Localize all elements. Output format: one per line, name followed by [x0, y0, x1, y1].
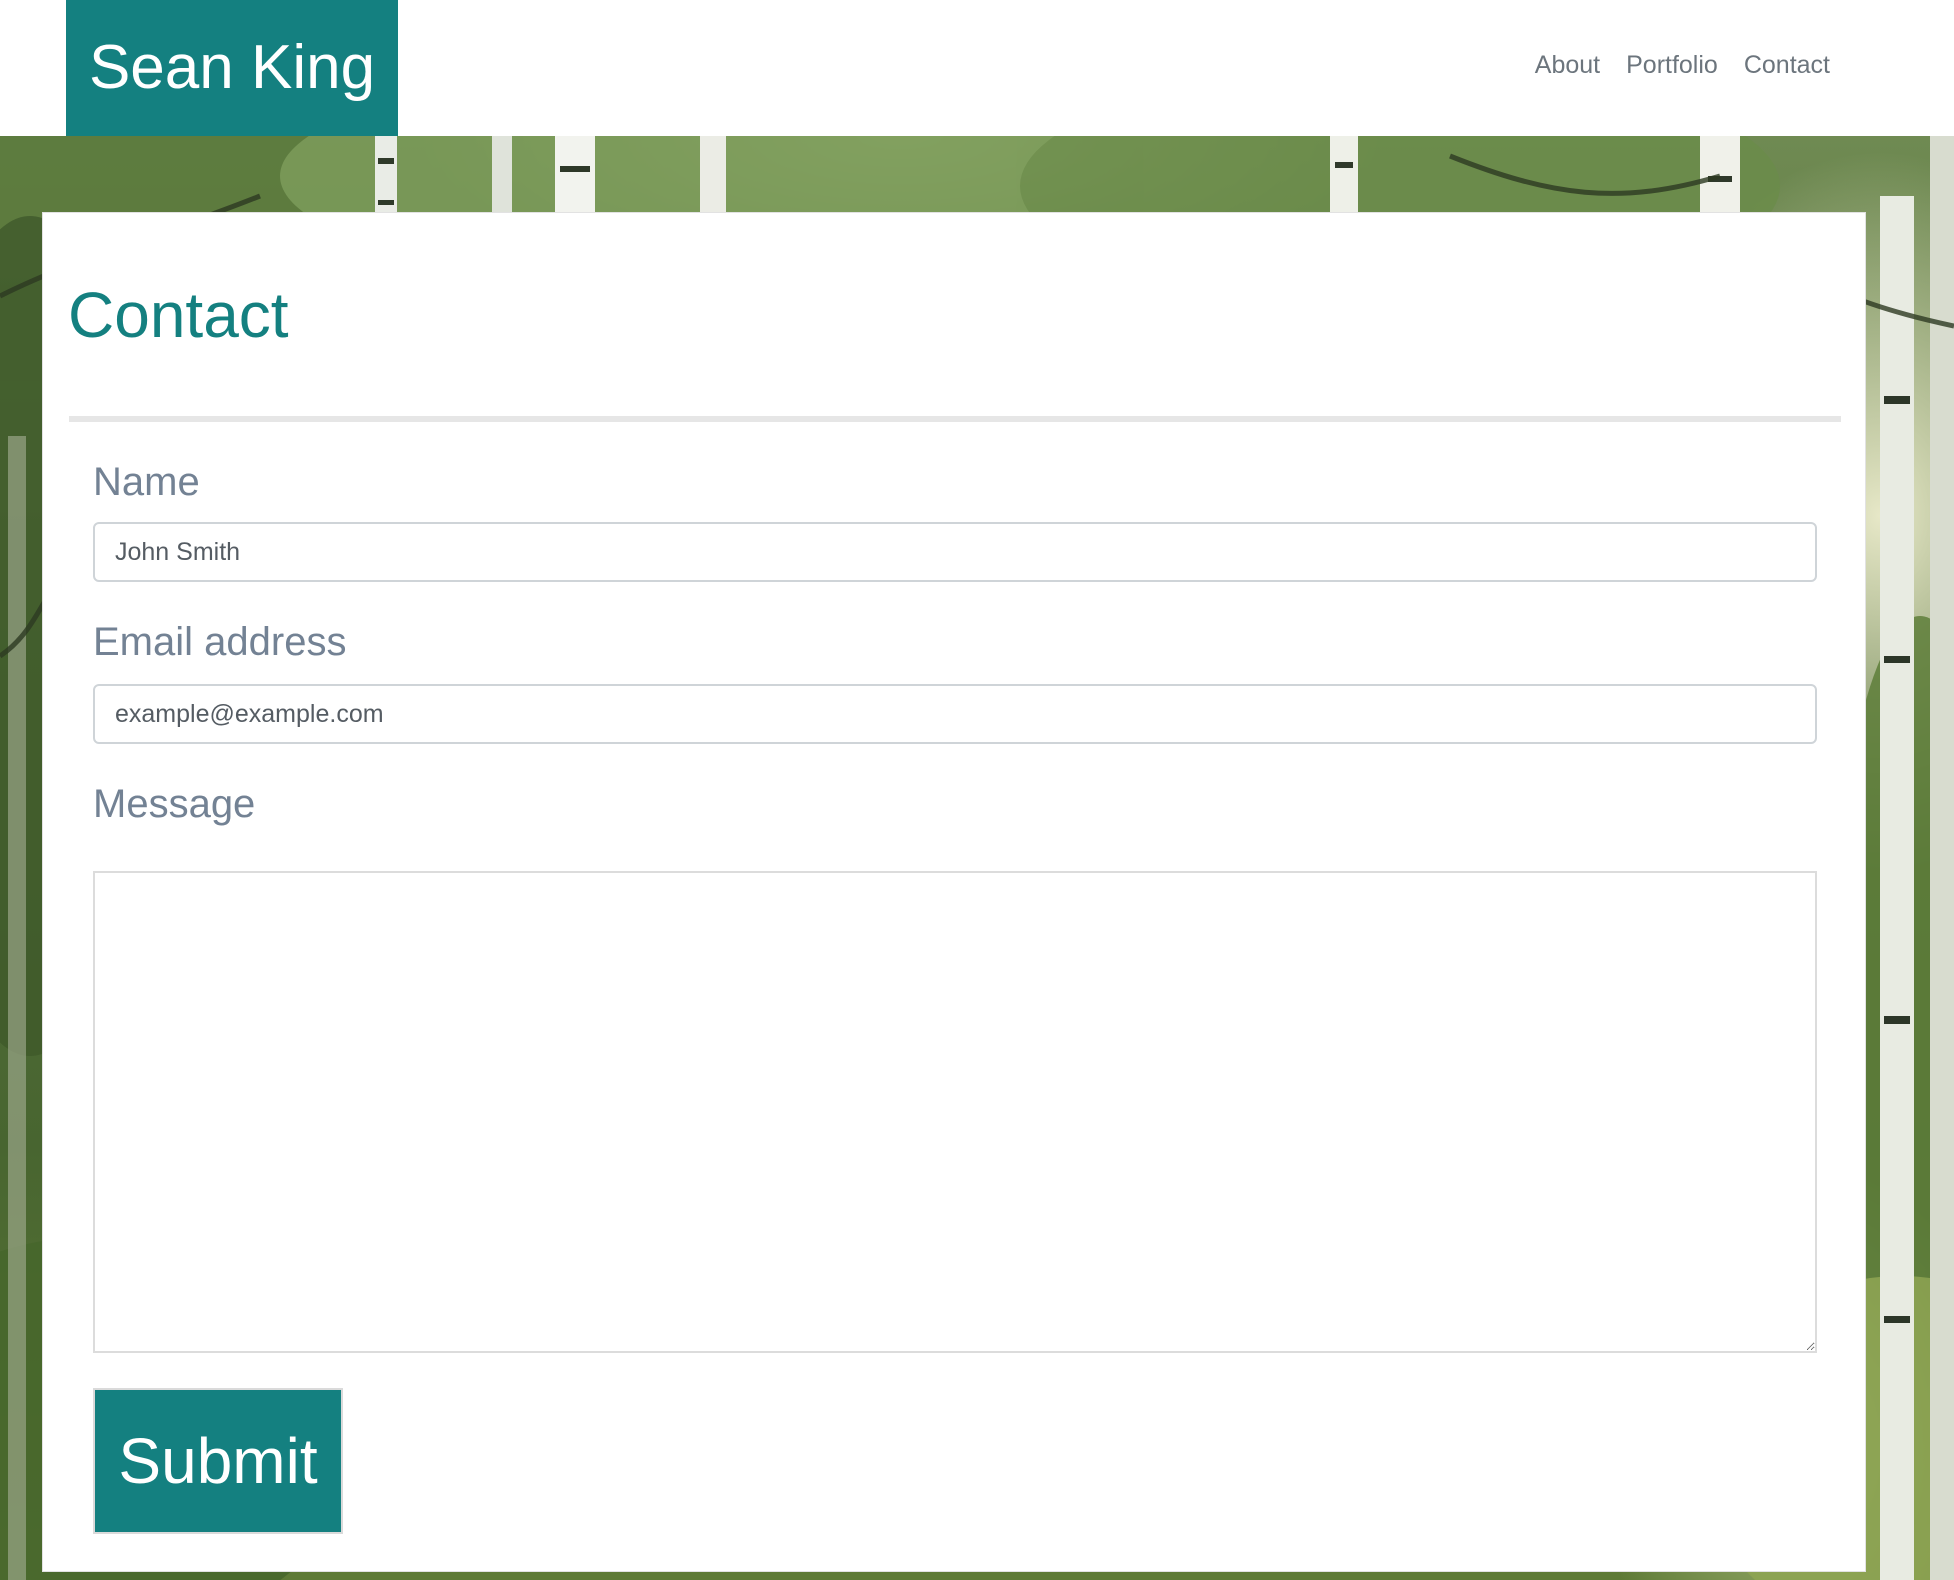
message-label: Message	[93, 782, 256, 826]
contact-card: Contact Name Email address Message Submi…	[42, 212, 1866, 1572]
email-label: Email address	[93, 620, 347, 664]
email-input[interactable]	[93, 684, 1817, 744]
brand-logo[interactable]: Sean King	[66, 0, 398, 136]
main-nav: About Portfolio Contact	[1535, 48, 1830, 82]
nav-contact[interactable]: Contact	[1744, 48, 1830, 82]
name-label: Name	[93, 460, 200, 504]
message-textarea[interactable]	[93, 871, 1817, 1353]
nav-portfolio[interactable]: Portfolio	[1626, 48, 1718, 82]
title-divider	[69, 416, 1841, 422]
name-input[interactable]	[93, 522, 1817, 582]
page-title: Contact	[68, 279, 289, 351]
nav-about[interactable]: About	[1535, 48, 1600, 82]
site-header: Sean King About Portfolio Contact	[0, 0, 1954, 136]
submit-button[interactable]: Submit	[93, 1388, 343, 1534]
